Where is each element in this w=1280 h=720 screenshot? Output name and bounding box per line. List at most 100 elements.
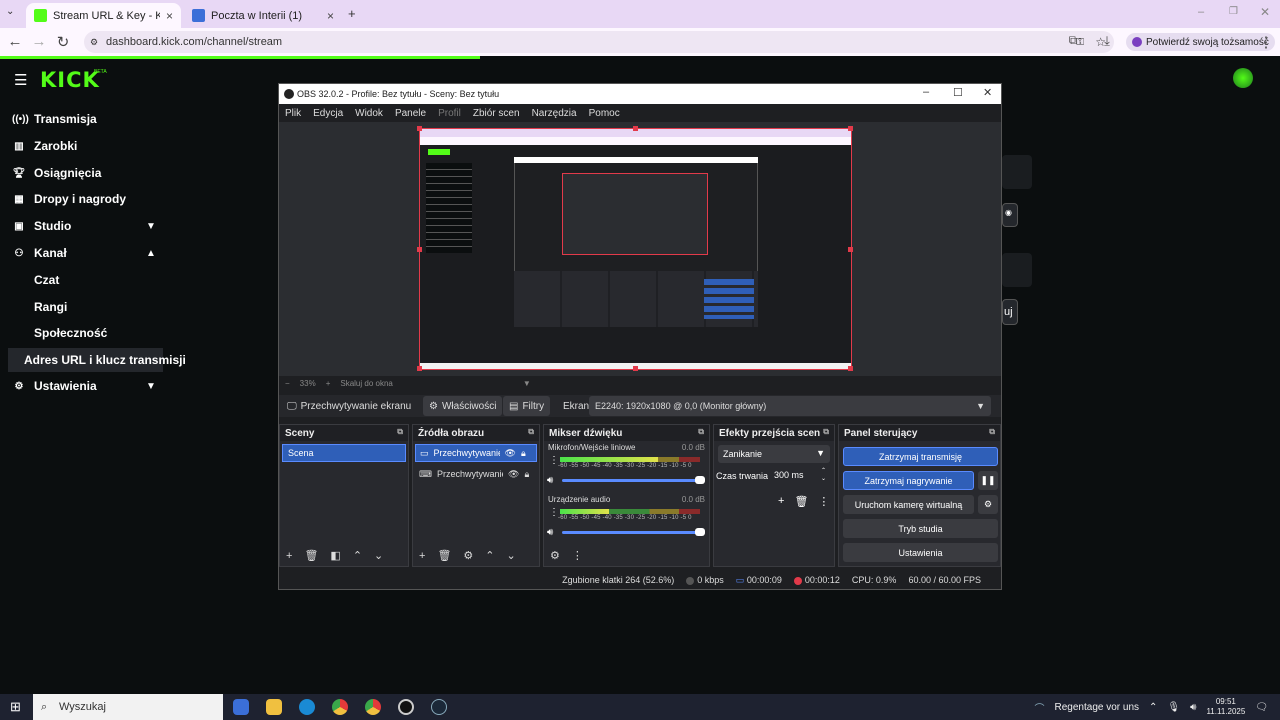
sidebar-subitem-spolecznosc[interactable]: Społeczność xyxy=(34,326,107,340)
lock-icon[interactable]: 🔒︎ xyxy=(521,448,526,459)
resize-handle[interactable] xyxy=(417,366,422,371)
menu-panele[interactable]: Panele xyxy=(395,108,426,119)
move-up-icon[interactable]: ⌃ xyxy=(353,549,362,562)
undock-icon[interactable]: ⧉ xyxy=(397,427,403,437)
menu-plik[interactable]: Plik xyxy=(285,108,301,119)
trash-icon[interactable]: 🗑︎ xyxy=(304,549,318,562)
volume-icon[interactable]: 🔊︎ xyxy=(1190,702,1196,713)
menu-edycja[interactable]: Edycja xyxy=(313,108,343,119)
volume-slider-knob[interactable] xyxy=(695,476,705,484)
duration-spinbox[interactable]: 300 ms ⌃ ⌄ xyxy=(770,467,828,484)
resize-handle[interactable] xyxy=(848,247,853,252)
undock-icon[interactable]: ⧉ xyxy=(698,427,704,437)
close-window-icon[interactable]: ✕ xyxy=(1260,5,1270,19)
menu-profil[interactable]: Profil xyxy=(438,108,461,119)
sidebar-item-dropy[interactable]: ▦ Dropy i nagrody xyxy=(12,192,162,206)
studio-mode-button[interactable]: Tryb studia xyxy=(843,519,998,538)
trash-icon[interactable]: 🗑︎ xyxy=(794,495,808,508)
undock-icon[interactable]: ⧉ xyxy=(528,427,534,437)
site-info-icon[interactable]: ⚙ xyxy=(90,37,98,48)
filters-button[interactable]: ▤ Filtry xyxy=(503,396,551,416)
tab-list-button[interactable]: ⌄ xyxy=(6,6,14,17)
maximize-icon[interactable]: ☐ xyxy=(953,86,963,99)
kick-logo[interactable]: KICK xyxy=(40,68,100,92)
add-icon[interactable]: + xyxy=(778,495,784,508)
minimize-icon[interactable]: – xyxy=(923,86,929,98)
start-virtual-camera-button[interactable]: Uruchom kamerę wirtualną xyxy=(843,495,974,514)
taskbar-search[interactable]: ⌕ Wyszukaj xyxy=(33,694,223,720)
windows-start-icon[interactable]: ⊞ xyxy=(10,699,21,715)
lock-icon[interactable]: 🔒︎ xyxy=(524,469,529,480)
eye-icon[interactable]: 👁︎ xyxy=(508,469,519,480)
clock[interactable]: 09:51 11.11.2025 xyxy=(1206,697,1245,717)
sidebar-subitem-czat[interactable]: Czat xyxy=(34,273,59,287)
undock-icon[interactable]: ⧉ xyxy=(989,427,995,437)
microphone-icon[interactable]: 🎙︎ xyxy=(1167,702,1180,713)
scale-dropdown-icon[interactable]: ▼ xyxy=(523,379,531,388)
obs-preview-canvas[interactable] xyxy=(279,122,1001,376)
user-avatar[interactable] xyxy=(1233,68,1253,88)
close-tab-icon[interactable]: × xyxy=(327,9,334,23)
virtual-camera-settings-button[interactable]: ⚙ xyxy=(978,495,998,514)
resize-handle[interactable] xyxy=(417,126,422,131)
reset-key-button[interactable]: uj xyxy=(1002,299,1018,325)
resize-handle[interactable] xyxy=(417,247,422,252)
menu-zbior-scen[interactable]: Zbiór scen xyxy=(473,108,520,119)
move-down-icon[interactable]: ⌄ xyxy=(374,549,383,562)
url-bar[interactable]: ⚙ dashboard.kick.com/channel/stream ⚿ ☆ xyxy=(84,31,1114,53)
menu-widok[interactable]: Widok xyxy=(355,108,383,119)
screen-capture-source[interactable] xyxy=(417,126,853,371)
properties-button[interactable]: ⚙ Właściwości xyxy=(423,396,503,416)
hamburger-menu-icon[interactable]: ☰ xyxy=(14,71,27,89)
add-icon[interactable]: + xyxy=(419,550,425,562)
advanced-audio-icon[interactable]: ⚙ xyxy=(550,549,560,562)
back-icon[interactable]: ← xyxy=(6,33,24,50)
close-icon[interactable]: ✕ xyxy=(983,86,992,99)
filter-icon[interactable]: ◧ xyxy=(330,549,340,562)
resize-handle[interactable] xyxy=(633,366,638,371)
stop-streaming-button[interactable]: Zatrzymaj transmisję xyxy=(843,447,998,466)
obs-taskbar-icon[interactable] xyxy=(398,699,414,715)
resize-handle[interactable] xyxy=(633,126,638,131)
copy-button[interactable]: ◉ xyxy=(1002,203,1018,227)
chrome-profile-icon[interactable] xyxy=(365,699,381,715)
steam-icon[interactable] xyxy=(431,699,447,715)
scene-item[interactable]: Scena xyxy=(282,444,406,462)
eye-icon[interactable]: 👁︎ xyxy=(505,448,516,459)
move-down-icon[interactable]: ⌄ xyxy=(507,549,516,562)
spin-arrows-icon[interactable]: ⌃ ⌄ xyxy=(821,467,826,483)
new-tab-button[interactable]: + xyxy=(348,6,356,21)
screen-select[interactable]: E2240: 1920x1080 @ 0,0 (Monitor główny) … xyxy=(589,396,991,416)
chrome-icon[interactable] xyxy=(332,699,348,715)
tab-interia[interactable]: Poczta w Interii (1) × xyxy=(184,3,342,28)
source-item-game[interactable]: ⌨ Przechwytywanie 👁︎ 🔒︎ xyxy=(415,465,537,483)
tab-kick[interactable]: Stream URL & Key - Kick Dashb × xyxy=(26,3,181,28)
settings-button[interactable]: Ustawienia xyxy=(843,543,998,562)
minimize-icon[interactable]: – xyxy=(1198,6,1204,18)
sidebar-item-transmisja[interactable]: ((•)) Transmisja xyxy=(12,112,162,126)
trash-icon[interactable]: 🗑︎ xyxy=(437,549,451,562)
stop-recording-button[interactable]: Zatrzymaj nagrywanie xyxy=(843,471,974,490)
volume-slider-knob[interactable] xyxy=(695,528,705,536)
resize-handle[interactable] xyxy=(848,366,853,371)
forward-icon[interactable]: → xyxy=(30,33,48,50)
source-item-screen[interactable]: ▭ Przechwytywanie 👁︎ 🔒︎ xyxy=(415,444,537,462)
sidebar-item-zarobki[interactable]: ▥ Zarobki xyxy=(12,139,162,153)
undock-icon[interactable]: ⧉ xyxy=(823,427,829,437)
speaker-icon[interactable]: 🔊︎ xyxy=(547,527,553,538)
volume-slider[interactable] xyxy=(562,479,702,482)
sidebar-subitem-stream-url[interactable]: Adres URL i klucz transmisji xyxy=(8,348,186,372)
download-icon[interactable]: ⤓ xyxy=(1098,33,1116,49)
sidebar-item-osiagniecia[interactable]: 🏆︎ Osiągnięcia xyxy=(12,166,162,180)
gear-icon[interactable]: ⚙ xyxy=(463,549,473,562)
sidebar-item-studio[interactable]: ▣ Studio ▼ xyxy=(12,219,162,233)
close-tab-icon[interactable]: × xyxy=(166,9,173,23)
menu-pomoc[interactable]: Pomoc xyxy=(589,108,620,119)
notifications-icon[interactable]: 🗨︎ xyxy=(1255,702,1268,713)
pause-recording-button[interactable]: ❚❚ xyxy=(978,471,998,490)
volume-slider[interactable] xyxy=(562,531,702,534)
edge-icon[interactable] xyxy=(299,699,315,715)
zoom-in-button[interactable]: + xyxy=(326,379,331,388)
sidebar-subitem-rangi[interactable]: Rangi xyxy=(34,300,67,314)
zoom-out-button[interactable]: − xyxy=(285,379,290,388)
